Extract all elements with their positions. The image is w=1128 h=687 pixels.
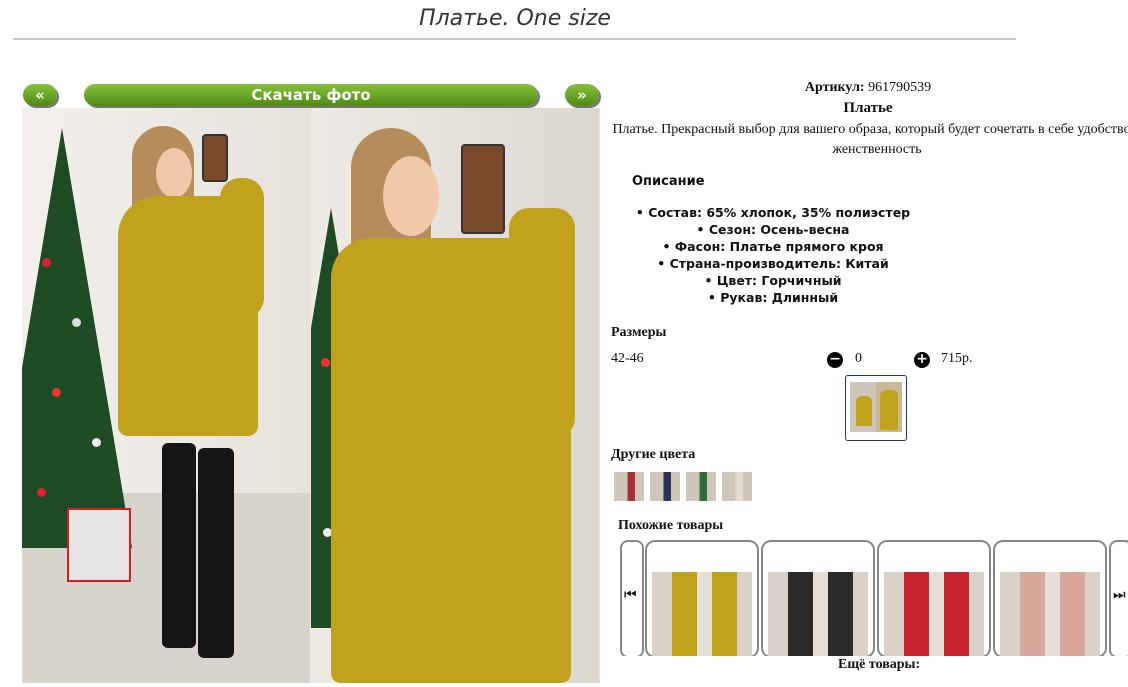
decrease-quantity-button[interactable]: − xyxy=(827,352,843,368)
description-title: Описание xyxy=(632,174,705,189)
download-photo-button[interactable]: Скачать фото xyxy=(84,84,538,106)
size-row: 42-46 − 0 + 715р. xyxy=(611,351,1128,371)
quantity-value: 0 xyxy=(855,351,862,366)
more-products-title: Ещё товары: xyxy=(838,657,921,672)
similar-products-carousel: ⏮ ⏭ xyxy=(620,540,1128,656)
spec-item: Фасон: Платье прямого кроя xyxy=(608,238,938,255)
product-photo[interactable] xyxy=(22,108,600,683)
product-description: Платье. Прекрасный выбор для вашего обра… xyxy=(612,122,1128,157)
spec-item: Страна-производитель: Китай xyxy=(608,255,938,272)
skip-forward-icon: ⏭ xyxy=(1113,587,1126,603)
product-name: Платье xyxy=(843,100,893,116)
similar-item[interactable] xyxy=(645,540,759,656)
spec-item: Состав: 65% хлопок, 35% полиэстер xyxy=(608,204,938,221)
photo-right-half xyxy=(311,108,599,683)
title-divider xyxy=(13,38,1016,40)
prev-photo-button[interactable]: « xyxy=(23,84,57,106)
similar-item[interactable] xyxy=(761,540,875,656)
spec-item: Цвет: Горчичный xyxy=(608,272,938,289)
increase-quantity-button[interactable]: + xyxy=(914,352,930,368)
articul-label: Артикул: xyxy=(804,80,865,95)
next-photo-button[interactable]: » xyxy=(565,84,599,106)
similar-item[interactable] xyxy=(877,540,991,656)
color-thumb[interactable] xyxy=(722,472,752,501)
product-thumbnail[interactable] xyxy=(845,375,907,441)
articul-line: Артикул: 961790539 xyxy=(608,80,1128,96)
carousel-next-button[interactable]: ⏭ xyxy=(1109,540,1128,656)
articul-value: 961790539 xyxy=(868,80,932,95)
carousel-prev-button[interactable]: ⏮ xyxy=(620,540,644,656)
size-price: 715р. xyxy=(941,351,973,366)
skip-back-icon: ⏮ xyxy=(624,587,637,603)
photo-left-half xyxy=(22,108,310,683)
other-colors-title: Другие цвета xyxy=(611,447,696,462)
spec-item: Рукав: Длинный xyxy=(608,289,938,306)
spec-item: Сезон: Осень-весна xyxy=(608,221,938,238)
color-thumb[interactable] xyxy=(614,472,644,501)
similar-item[interactable] xyxy=(993,540,1107,656)
color-thumb[interactable] xyxy=(650,472,680,501)
size-range: 42-46 xyxy=(611,351,644,366)
spec-list: Состав: 65% хлопок, 35% полиэстер Сезон:… xyxy=(608,204,938,306)
color-thumb[interactable] xyxy=(686,472,716,501)
similar-title: Похожие товары xyxy=(618,518,724,533)
more-products-links[interactable] xyxy=(718,677,1018,687)
page-title: Платье. One size xyxy=(419,6,611,31)
sizes-title: Размеры xyxy=(611,325,667,340)
